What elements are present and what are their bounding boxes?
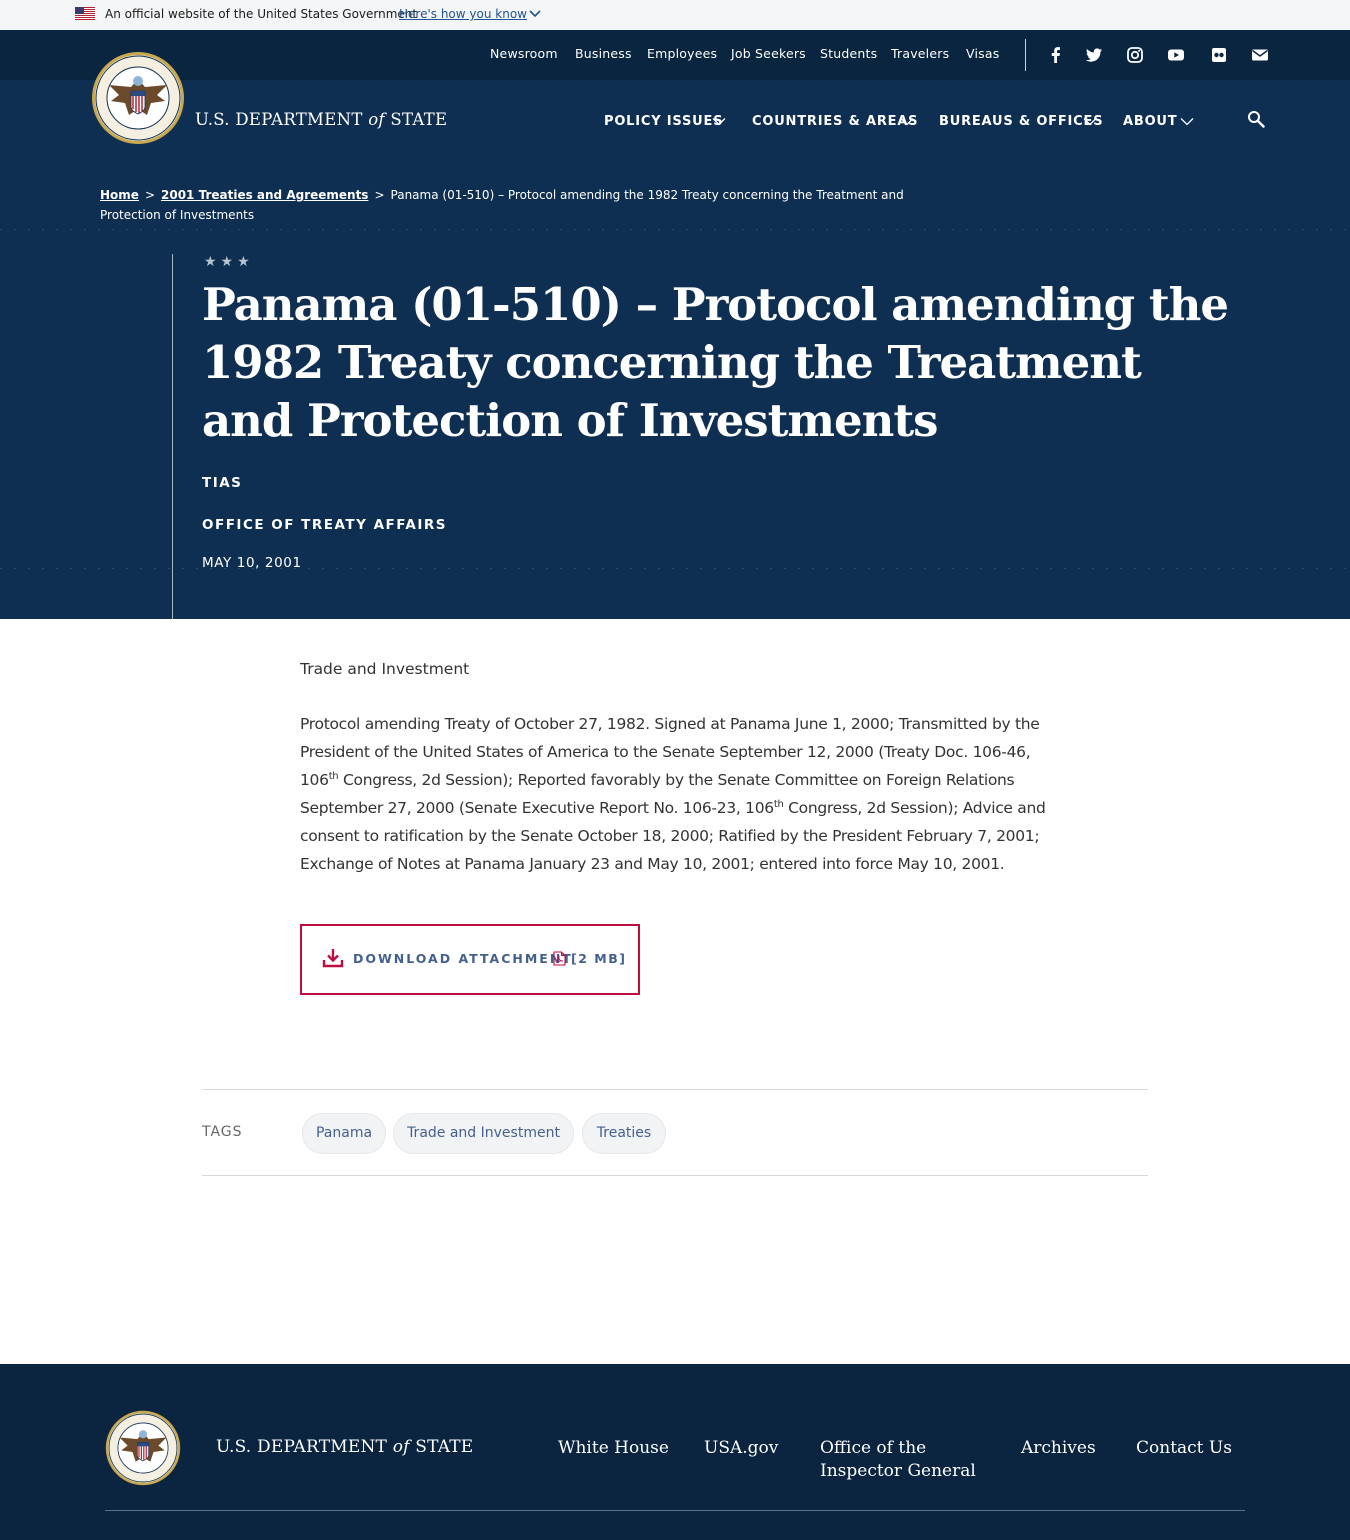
utility-bar: Newsroom Business Employees Job Seekers … — [0, 30, 1350, 80]
download-icon — [322, 949, 344, 968]
nav-newsroom[interactable]: Newsroom — [490, 46, 558, 61]
ordinal-suffix: th — [328, 770, 339, 782]
flickr-icon[interactable] — [1210, 46, 1228, 64]
chevron-down-icon[interactable] — [1180, 117, 1194, 126]
nav-about[interactable]: ABOUT — [1123, 114, 1177, 129]
nav-policy-issues[interactable]: POLICY ISSUES — [604, 114, 723, 129]
footer-wordmark[interactable]: U.S. DEPARTMENT of STATE — [216, 1437, 473, 1457]
department-seal-logo[interactable] — [91, 51, 185, 145]
site-footer: U.S. DEPARTMENT of STATE White House USA… — [0, 1364, 1350, 1540]
breadcrumb: Home >2001 Treaties and Agreements > Panama… — [100, 185, 960, 225]
nav-business[interactable]: Business — [575, 46, 632, 61]
wordmark-post: STATE — [415, 1437, 474, 1457]
wordmark-of: of — [392, 1437, 410, 1457]
divider — [202, 1089, 1148, 1090]
twitter-icon[interactable] — [1085, 46, 1103, 64]
facebook-icon[interactable] — [1047, 46, 1065, 64]
gov-banner-text: An official website of the United States… — [105, 7, 418, 21]
nav-visas[interactable]: Visas — [966, 46, 999, 61]
breadcrumb-home[interactable]: Home — [100, 188, 139, 202]
footer-link-white-house[interactable]: White House — [558, 1437, 669, 1460]
tag-treaties[interactable]: Treaties — [582, 1113, 666, 1154]
footer-link-contact-us[interactable]: Contact Us — [1136, 1437, 1232, 1460]
chevron-down-icon[interactable] — [1083, 117, 1097, 126]
download-attachment-button[interactable]: DOWNLOAD ATTACHMENT [2 MB] — [300, 924, 640, 995]
pdf-file-icon — [553, 951, 566, 966]
footer-divider — [105, 1510, 1245, 1511]
gov-banner: An official website of the United States… — [0, 0, 1350, 30]
footer-link-usa-gov[interactable]: USA.gov — [704, 1437, 778, 1460]
office-link[interactable]: OFFICE OF TREATY AFFAIRS — [202, 517, 447, 533]
hero-header: ★★★ Panama (01-510) – Protocol amending … — [0, 80, 1350, 619]
page-title: Panama (01-510) – Protocol amending the … — [202, 278, 1229, 447]
series-label: TIAS — [202, 475, 243, 491]
tag-trade-and-investment[interactable]: Trade and Investment — [393, 1113, 574, 1154]
breadcrumb-separator: > — [144, 188, 155, 202]
department-wordmark[interactable]: U.S. DEPARTMENT of STATE — [195, 110, 447, 129]
publish-date: MAY 10, 2001 — [202, 555, 302, 571]
utility-divider — [1025, 39, 1026, 71]
wordmark-post: STATE — [390, 110, 448, 129]
nav-countries-areas[interactable]: COUNTRIES & AREAS — [752, 114, 918, 129]
email-icon[interactable] — [1251, 46, 1269, 64]
chevron-down-icon[interactable] — [712, 117, 726, 126]
breadcrumb-separator: > — [374, 188, 385, 202]
download-label: DOWNLOAD ATTACHMENT — [353, 951, 573, 966]
treaty-description: Protocol amending Treaty of October 27, … — [300, 710, 1060, 878]
decorative-dots — [0, 229, 1350, 230]
divider — [202, 1175, 1148, 1176]
tags-label: TAGS — [202, 1124, 243, 1140]
instagram-icon[interactable] — [1126, 46, 1144, 64]
department-seal-logo[interactable] — [105, 1410, 181, 1486]
hero-accent-line — [172, 254, 173, 619]
us-flag-icon — [75, 7, 95, 20]
breadcrumb-parent[interactable]: 2001 Treaties and Agreements — [161, 188, 368, 202]
nav-job-seekers[interactable]: Job Seekers — [731, 46, 806, 61]
ordinal-suffix: th — [773, 798, 784, 810]
nav-bureaus-offices[interactable]: BUREAUS & OFFICES — [939, 114, 1103, 129]
stars-icon: ★★★ — [204, 254, 254, 270]
wordmark-of: of — [368, 110, 385, 129]
nav-employees[interactable]: Employees — [647, 46, 717, 61]
nav-students[interactable]: Students — [820, 46, 877, 61]
tag-panama[interactable]: Panama — [302, 1113, 386, 1154]
footer-link-inspector-general[interactable]: Office of the Inspector General — [820, 1437, 980, 1483]
search-icon[interactable] — [1247, 110, 1265, 128]
heres-how-you-know-link[interactable]: Here's how you know — [399, 7, 527, 21]
chevron-down-icon[interactable] — [900, 117, 914, 126]
topic-label: Trade and Investment — [300, 660, 470, 678]
footer-link-archives[interactable]: Archives — [1021, 1437, 1096, 1460]
chevron-down-icon[interactable] — [529, 9, 541, 19]
nav-travelers[interactable]: Travelers — [891, 46, 949, 61]
wordmark-pre: U.S. DEPARTMENT — [216, 1437, 388, 1457]
youtube-icon[interactable] — [1167, 46, 1185, 64]
wordmark-pre: U.S. DEPARTMENT — [195, 110, 363, 129]
file-size: [2 MB] — [571, 951, 627, 966]
